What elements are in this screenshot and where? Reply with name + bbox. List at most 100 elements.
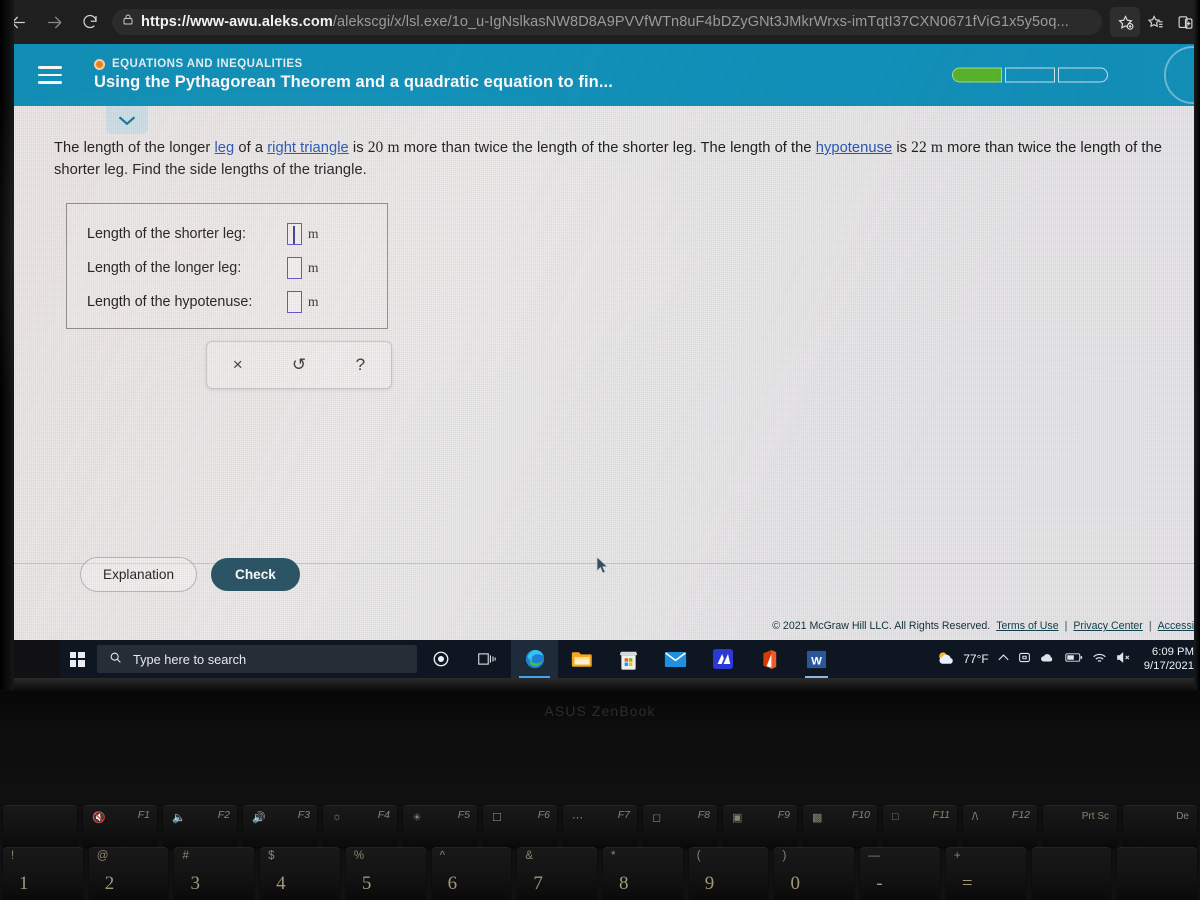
answer-label: Length of the hypotenuse: — [87, 294, 253, 311]
clock-time: 6:09 PM — [1151, 645, 1194, 658]
key-f2[interactable]: 🔈 F2 — [163, 805, 237, 847]
volume-muted-icon[interactable] — [1116, 651, 1131, 667]
key-9[interactable]: (9 — [688, 847, 769, 900]
forward-arrow-icon[interactable] — [36, 4, 72, 40]
myasus-icon[interactable] — [699, 640, 746, 678]
key-number: 4 — [276, 873, 286, 894]
key-number: 1 — [19, 873, 29, 894]
key-symbol: * — [611, 850, 616, 862]
check-button[interactable]: Check — [211, 558, 300, 591]
privacy-center-link[interactable]: Privacy Center — [1073, 620, 1142, 632]
microsoft-office-icon[interactable] — [746, 640, 793, 678]
key-2[interactable]: @2 — [88, 847, 169, 900]
key-5[interactable]: % 5 — [345, 847, 426, 900]
myasus-key-icon: /\ — [972, 811, 979, 823]
key-f9[interactable]: ▣ F9 — [723, 805, 797, 847]
explanation-button[interactable]: Explanation — [80, 557, 198, 592]
microsoft-store-icon[interactable] — [605, 640, 652, 678]
separator: | — [1148, 620, 1152, 632]
copyright-text: © 2021 McGraw Hill LLC. All Rights Reser… — [772, 620, 991, 632]
brightness-up-icon: ☀ — [412, 812, 422, 824]
link-leg[interactable]: leg — [214, 140, 234, 156]
footer-legal: © 2021 McGraw Hill LLC. All Rights Reser… — [772, 620, 1200, 632]
unit-label: m — [308, 260, 319, 276]
key-esc[interactable] — [3, 805, 77, 847]
key-minus[interactable]: — - — [860, 847, 940, 900]
microsoft-word-icon[interactable]: W — [793, 640, 840, 678]
key-f5[interactable]: ☀ F5 — [403, 805, 477, 847]
clock[interactable]: 6:09 PM 9/17/2021 — [1140, 645, 1194, 673]
key-print-screen[interactable]: Prt Sc — [1043, 805, 1117, 847]
clock-date: 9/17/2021 — [1143, 660, 1194, 672]
cloud-icon[interactable] — [1040, 652, 1056, 666]
wifi-icon[interactable] — [1092, 652, 1107, 667]
task-view-icon[interactable] — [464, 640, 511, 678]
battery-icon[interactable] — [1065, 652, 1083, 666]
key-label: F4 — [377, 809, 390, 821]
onedrive-icon[interactable] — [1018, 651, 1031, 667]
windows-start-icon[interactable] — [60, 651, 94, 667]
key-f1[interactable]: 🔇 F1 — [83, 805, 157, 847]
search-placeholder: Type here to search — [133, 651, 247, 667]
key-0[interactable]: ) 0 — [774, 847, 855, 900]
key-delete[interactable]: De — [1123, 805, 1197, 847]
file-explorer-icon[interactable] — [558, 640, 605, 678]
reload-icon[interactable] — [72, 4, 108, 40]
link-hypotenuse[interactable]: hypotenuse — [816, 140, 892, 156]
key-backspace[interactable] — [1031, 847, 1112, 900]
show-hidden-icons-chevron[interactable] — [998, 653, 1009, 665]
cortana-icon[interactable] — [417, 640, 464, 678]
key-f3[interactable]: 🔊 F3 — [243, 805, 317, 847]
key-equals[interactable]: + = — [945, 847, 1026, 900]
answer-label: Length of the shorter leg: — [87, 226, 246, 243]
key-f12[interactable]: /\ F12 — [963, 805, 1037, 847]
undo-icon[interactable]: ↺ — [279, 355, 319, 375]
key-f8[interactable]: ◻ F8 — [643, 805, 717, 847]
terms-of-use-link[interactable]: Terms of Use — [996, 620, 1058, 632]
mail-icon[interactable] — [652, 640, 699, 678]
key-symbol: @ — [96, 850, 109, 862]
key-symbol: — — [868, 850, 880, 862]
q-part4: more than twice the length of the shorte… — [399, 140, 816, 156]
help-icon[interactable]: ? — [340, 355, 380, 375]
browser-toolbar: https://www-awu.aleks.com/alekscgi/x/lsl… — [0, 0, 1200, 44]
key-8[interactable]: * 8 — [603, 847, 683, 900]
progress-segment-3 — [1058, 67, 1108, 83]
key-f7[interactable]: ⋯ F7 — [563, 805, 637, 847]
key-f6[interactable]: ☐ F6 — [483, 805, 557, 847]
partly-cloudy-weather-icon — [936, 650, 957, 669]
key-f10[interactable]: ▩ F10 — [803, 805, 877, 847]
address-bar[interactable]: https://www-awu.aleks.com/alekscgi/x/lsl… — [112, 9, 1102, 35]
key-7[interactable]: & 7 — [517, 847, 598, 900]
key-label: F2 — [217, 809, 230, 821]
unit-label: m — [308, 294, 319, 310]
hypotenuse-input[interactable] — [287, 291, 302, 314]
hamburger-menu-icon[interactable] — [38, 60, 72, 90]
address-bar-text: https://www-awu.aleks.com/alekscgi/x/lsl… — [141, 14, 1069, 30]
add-favorite-star-icon[interactable] — [1110, 7, 1140, 37]
longer-leg-input[interactable] — [287, 257, 302, 280]
q-num2: 22 — [911, 139, 927, 156]
key-f11[interactable]: □ F11 — [883, 805, 957, 847]
link-right-triangle[interactable]: right triangle — [267, 140, 349, 156]
favorites-list-icon[interactable] — [1140, 7, 1170, 37]
key-label: F3 — [297, 809, 310, 821]
key-f4[interactable]: ☼ F4 — [323, 805, 397, 847]
key-symbol: % — [353, 850, 365, 862]
shorter-leg-input[interactable] — [287, 223, 302, 246]
system-tray: 77°F 6:09 PM 9/17/2021 — [936, 645, 1200, 673]
key-symbol: $ — [268, 850, 275, 862]
key-6[interactable]: ^ 6 — [431, 847, 512, 900]
key-3[interactable]: #3 — [174, 847, 255, 900]
key-extra[interactable] — [1117, 847, 1198, 900]
laptop-photo: https://www-awu.aleks.com/alekscgi/x/lsl… — [0, 0, 1200, 900]
key-4[interactable]: $4 — [260, 847, 340, 900]
search-input[interactable]: Type here to search — [97, 645, 417, 673]
clear-icon[interactable]: × — [218, 355, 258, 375]
q-unit1: m — [387, 139, 400, 156]
weather-widget[interactable]: 77°F — [936, 650, 989, 669]
key-symbol: ( — [696, 850, 701, 862]
microsoft-edge-icon[interactable] — [511, 640, 558, 678]
key-number: = — [961, 873, 973, 894]
key-1[interactable]: ! 1 — [3, 847, 83, 900]
